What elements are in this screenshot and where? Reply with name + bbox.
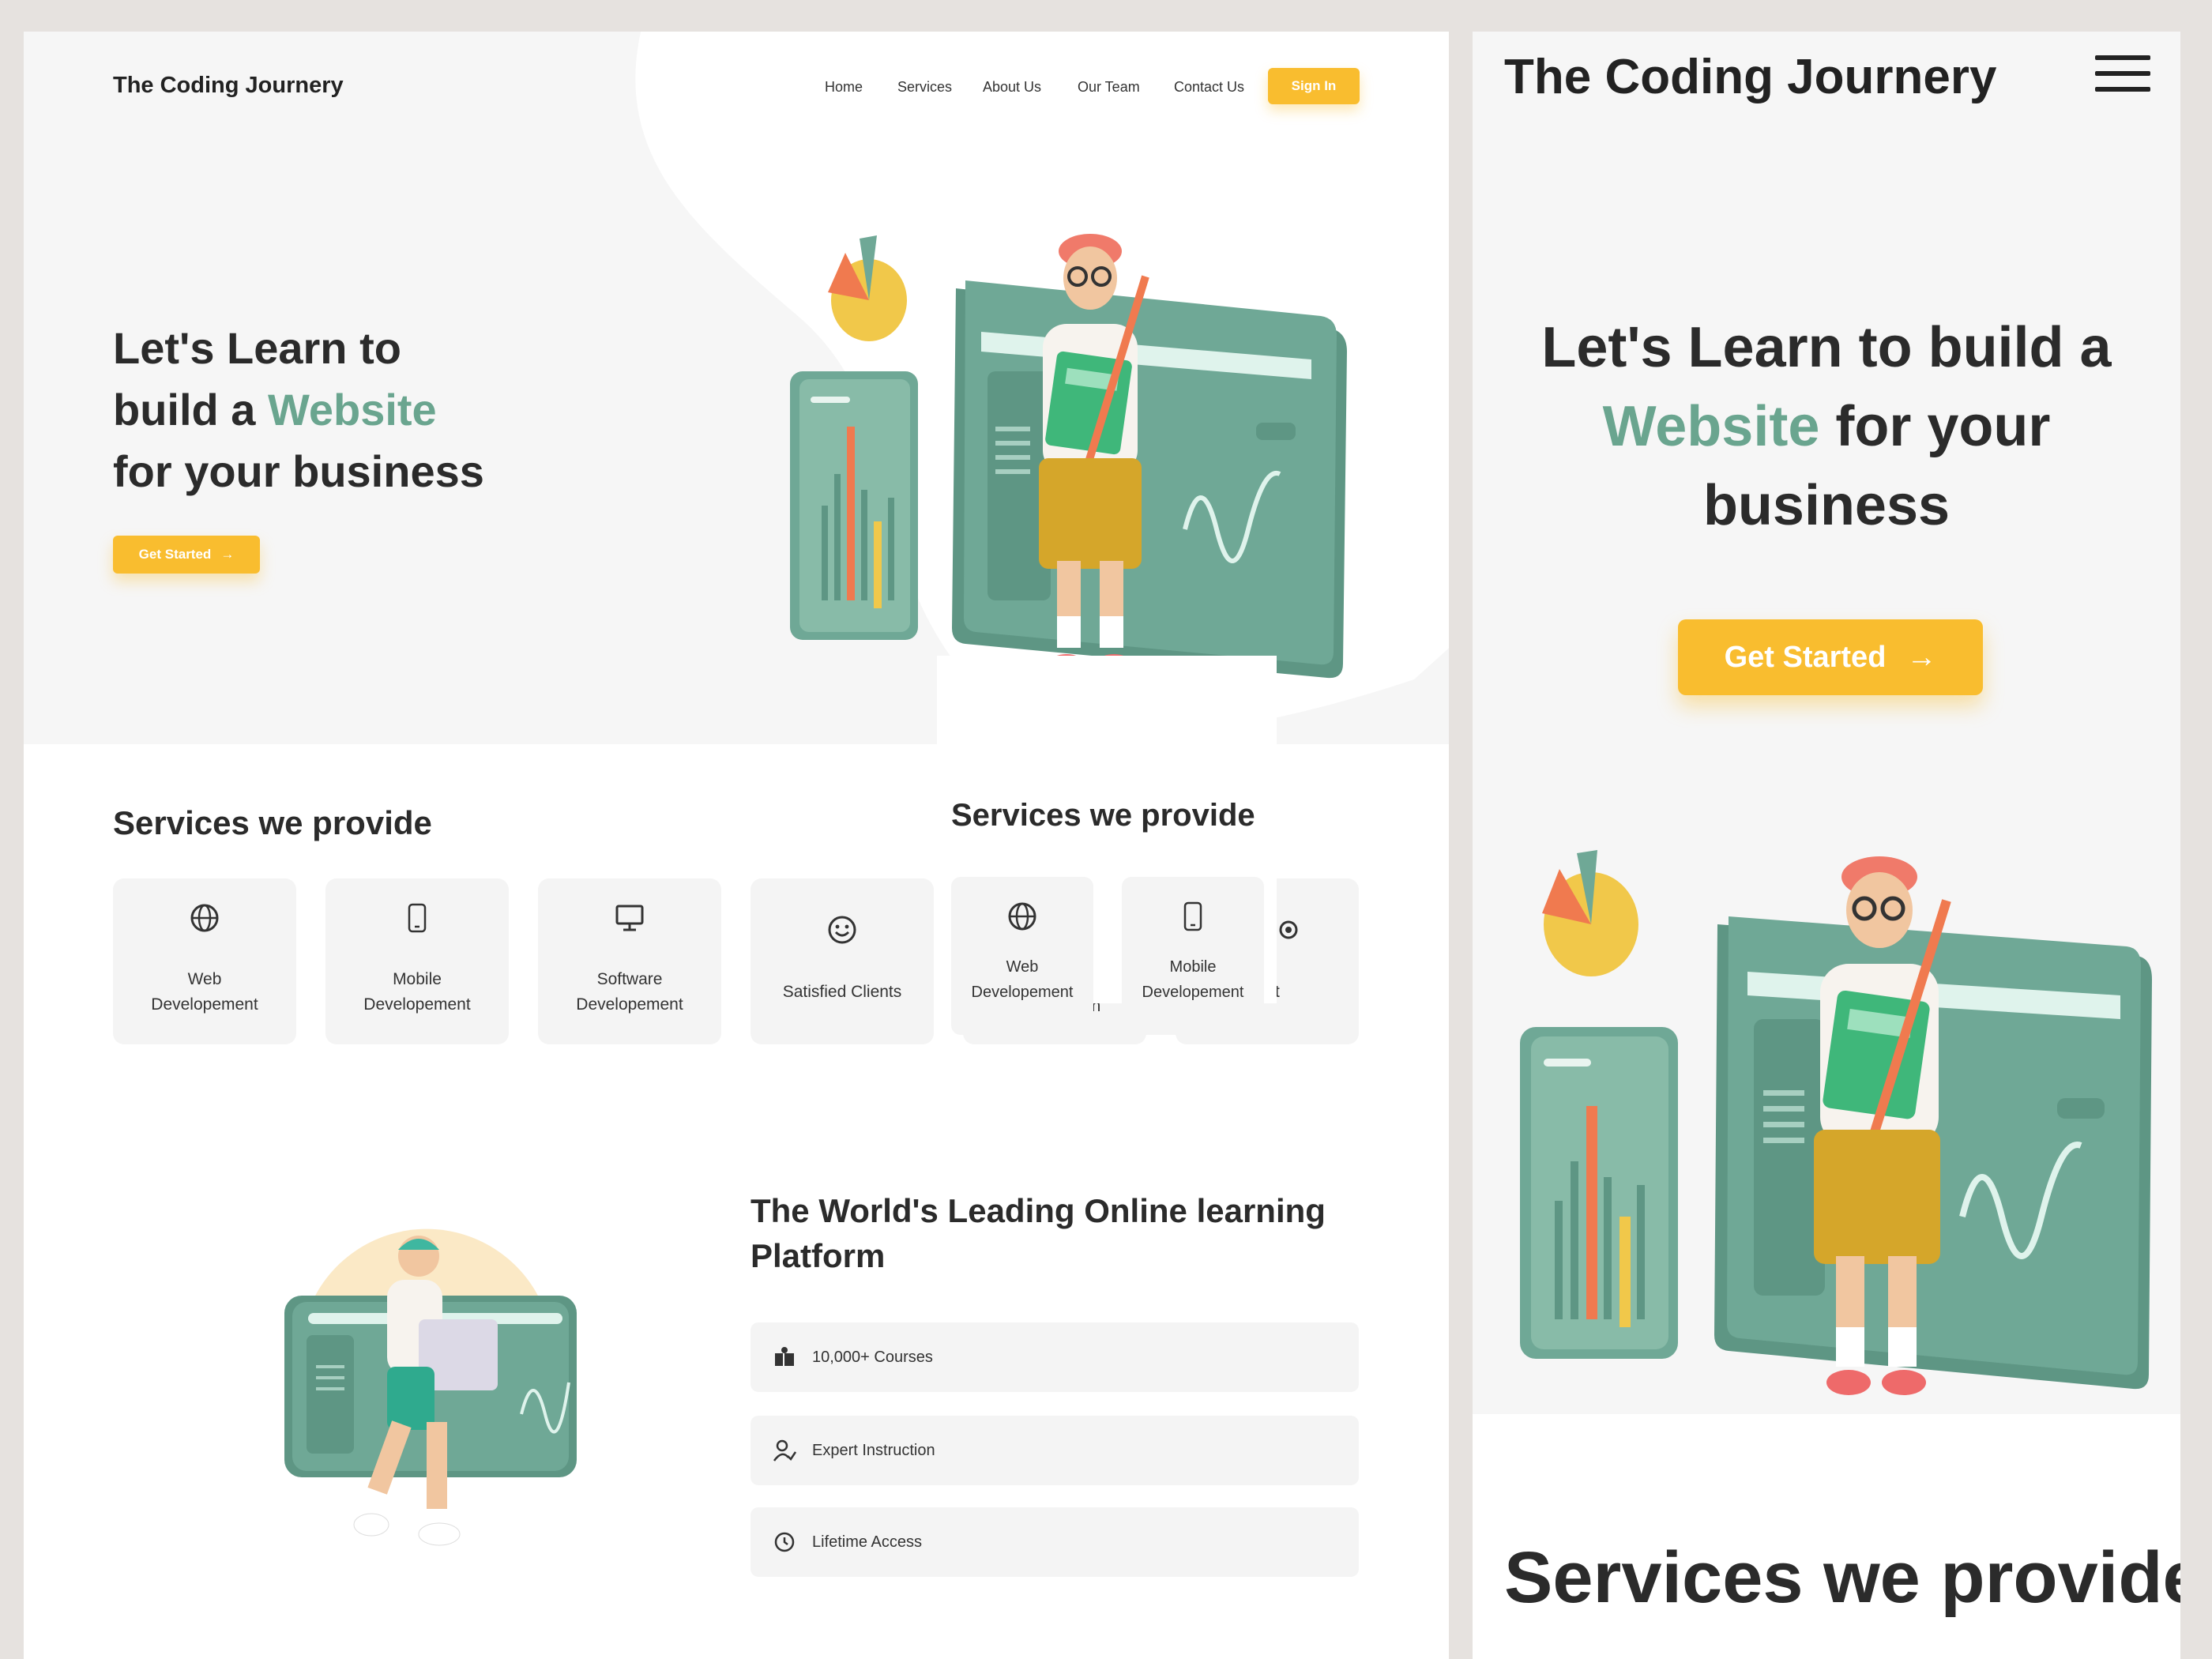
- globe-icon: [190, 904, 219, 932]
- nav-home[interactable]: Home: [825, 79, 863, 96]
- feature-courses[interactable]: 10,000+ Courses: [750, 1322, 1359, 1392]
- service-card-mobile[interactable]: Mobile Developement: [325, 878, 509, 1044]
- feature-lifetime[interactable]: Lifetime Access: [750, 1507, 1359, 1577]
- hero-heading-line3: for your business: [113, 446, 484, 496]
- service-card-mobile-line2: Developement: [363, 995, 471, 1014]
- service-card-web-line1: Web: [187, 970, 222, 988]
- nav-contact[interactable]: Contact Us: [1174, 79, 1244, 96]
- bar-chart-panel: [790, 371, 918, 640]
- overlay-card-web-line2: Developement: [971, 984, 1074, 1001]
- hero-section: The Coding Journery Home Services About …: [24, 32, 1449, 744]
- service-card-web-label: Web Developement: [113, 967, 296, 1018]
- overlay-card-mobile-line1: Mobile: [1169, 958, 1217, 976]
- service-card-clients[interactable]: Satisfied Clients: [750, 878, 934, 1044]
- hero-heading-accent: Website: [268, 385, 437, 434]
- service-card-software[interactable]: Software Developement: [538, 878, 721, 1044]
- sign-in-button[interactable]: Sign In: [1268, 68, 1360, 104]
- service-card-web[interactable]: Web Developement: [113, 878, 296, 1044]
- mobile-icon: [1183, 901, 1202, 931]
- feature-lifetime-label: Lifetime Access: [812, 1533, 922, 1551]
- learning-title-line2: Platform: [750, 1237, 886, 1274]
- hero-heading: Let's Learn to build a Website for your …: [113, 318, 555, 502]
- courses-icon: [775, 1347, 794, 1366]
- overlay-card-mobile[interactable]: Mobile Developement: [1122, 877, 1264, 1035]
- overlay-card-mobile-line2: Developement: [1142, 984, 1244, 1001]
- browser-panel: [952, 280, 1347, 679]
- overlay-card-mobile-label: Mobile Developement: [1122, 954, 1264, 1005]
- services-overlay-snippet: Services we provide Web Developement Mob…: [937, 656, 1277, 1035]
- learning-title: The World's Leading Online learning Plat…: [750, 1188, 1367, 1278]
- hero-heading-line2: build a: [113, 385, 268, 434]
- site-logo[interactable]: The Coding Journery: [113, 73, 344, 99]
- mobile-icon: [408, 903, 427, 933]
- mobile-hero-line1: Let's Learn to build a: [1541, 316, 2112, 379]
- gear-icon: [1279, 920, 1298, 939]
- monitor-icon: [615, 905, 644, 931]
- mobile-hero-line2: for your: [1819, 395, 2051, 458]
- arrow-right-icon: →: [1906, 640, 1937, 674]
- mobile-get-started-button[interactable]: Get Started →: [1678, 619, 1983, 695]
- feature-courses-label: 10,000+ Courses: [812, 1348, 933, 1366]
- get-started-label: Get Started: [138, 547, 212, 562]
- service-card-mobile-label: Mobile Developement: [325, 967, 509, 1018]
- nav-team[interactable]: Our Team: [1078, 79, 1140, 96]
- mobile-services-title: Services we provide: [1504, 1537, 2180, 1618]
- mobile-hero-illustration: [1520, 850, 2152, 1395]
- service-card-software-label: Software Developement: [538, 967, 721, 1018]
- get-started-button[interactable]: Get Started →: [113, 536, 260, 574]
- overlay-card-web-line1: Web: [1006, 958, 1039, 976]
- service-card-software-line2: Developement: [576, 995, 683, 1014]
- service-card-mobile-line1: Mobile: [393, 970, 442, 988]
- nav-services[interactable]: Services: [897, 79, 952, 96]
- mobile-hero-heading: Let's Learn to build a Website for your …: [1504, 308, 2149, 545]
- globe-icon: [1008, 902, 1036, 931]
- mobile-hero-line3: business: [1702, 474, 1951, 537]
- feature-instruction[interactable]: Expert Instruction: [750, 1416, 1359, 1485]
- pie-chart-icon: [1542, 850, 1638, 976]
- overlay-services-title: Services we provide: [951, 798, 1255, 833]
- desktop-frame: The Coding Journery Home Services About …: [24, 32, 1449, 1659]
- service-card-software-line1: Software: [596, 970, 663, 988]
- instructor-icon: [773, 1439, 796, 1462]
- clock-icon: [774, 1532, 795, 1552]
- service-card-clients-label: Satisfied Clients: [782, 983, 902, 1001]
- hero-heading-line1: Let's Learn to: [113, 323, 401, 373]
- arrow-right-icon: →: [220, 547, 235, 562]
- pie-chart-icon: [828, 235, 907, 341]
- feature-instruction-label: Expert Instruction: [812, 1441, 935, 1459]
- mobile-hero-accent: Website: [1602, 395, 1820, 458]
- service-card-web-line2: Developement: [151, 995, 258, 1014]
- learning-title-line1: The World's Leading Online learning: [750, 1192, 1326, 1229]
- nav-about[interactable]: About Us: [983, 79, 1041, 96]
- mobile-site-logo[interactable]: The Coding Journery: [1504, 49, 1996, 105]
- mobile-get-started-label: Get Started: [1724, 640, 1887, 674]
- mobile-frame: The Coding Journery Let's Learn to build…: [1473, 32, 2180, 1659]
- overlay-card-web[interactable]: Web Developement: [951, 877, 1093, 1035]
- learning-illustration: [284, 1228, 577, 1546]
- bar-chart-panel: [1520, 1027, 1678, 1359]
- hamburger-menu-icon[interactable]: [2095, 55, 2150, 92]
- smiley-icon: [828, 916, 856, 944]
- overlay-card-web-label: Web Developement: [951, 954, 1093, 1005]
- services-title: Services we provide: [113, 804, 432, 841]
